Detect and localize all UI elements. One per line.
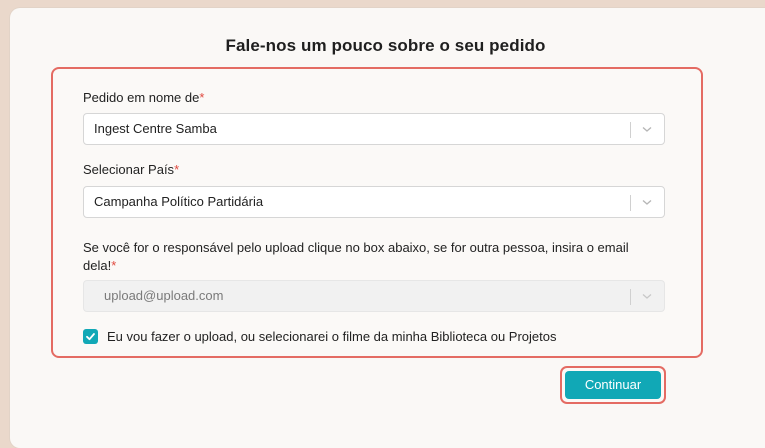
select-separator bbox=[630, 289, 631, 305]
on-behalf-select[interactable]: Ingest Centre Samba bbox=[83, 113, 665, 145]
chevron-down-icon[interactable] bbox=[638, 287, 656, 305]
chevron-down-icon[interactable] bbox=[638, 120, 656, 138]
checkmark-icon bbox=[86, 333, 95, 341]
on-behalf-label-row: Pedido em nome de* bbox=[83, 89, 204, 107]
chevron-down-icon[interactable] bbox=[638, 193, 656, 211]
continue-button[interactable]: Continuar bbox=[565, 371, 661, 399]
on-behalf-value: Ingest Centre Samba bbox=[94, 121, 217, 136]
email-value: upload@upload.com bbox=[104, 288, 224, 303]
country-label: Selecionar País bbox=[83, 162, 175, 177]
email-label: Se você for o responsável pelo upload cl… bbox=[83, 240, 629, 273]
country-label-row: Selecionar País* bbox=[83, 161, 179, 179]
email-select[interactable]: upload@upload.com bbox=[83, 280, 665, 312]
order-card: Fale-nos um pouco sobre o seu pedido Ped… bbox=[10, 8, 765, 448]
required-asterisk: * bbox=[199, 90, 205, 105]
country-value: Campanha Político Partidária bbox=[94, 194, 264, 209]
country-select[interactable]: Campanha Político Partidária bbox=[83, 186, 665, 218]
required-asterisk: * bbox=[174, 162, 180, 177]
required-asterisk: * bbox=[111, 258, 117, 273]
order-form: Pedido em nome de* Ingest Centre Samba S… bbox=[51, 67, 703, 358]
on-behalf-label: Pedido em nome de bbox=[83, 90, 200, 105]
select-separator bbox=[630, 195, 631, 211]
email-label-row: Se você for o responsável pelo upload cl… bbox=[83, 239, 663, 275]
page-title: Fale-nos um pouco sobre o seu pedido bbox=[225, 36, 546, 55]
upload-self-label[interactable]: Eu vou fazer o upload, ou selecionarei o… bbox=[107, 328, 557, 346]
continue-button-focus-ring: Continuar bbox=[560, 366, 666, 404]
select-separator bbox=[630, 122, 631, 138]
upload-self-checkbox[interactable] bbox=[83, 329, 98, 344]
